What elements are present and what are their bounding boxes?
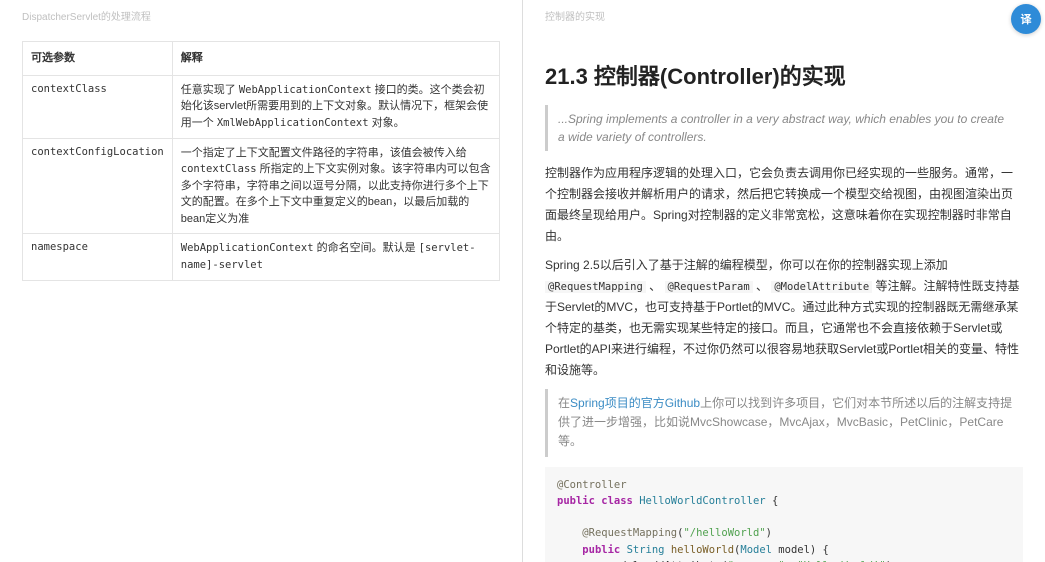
param-name-cell: contextClass <box>23 75 173 138</box>
translate-icon: 译 <box>1021 11 1032 27</box>
intro-quote: ...Spring implements a controller in a v… <box>545 105 1023 151</box>
table-row: contextClass 任意实现了 WebApplicationContext… <box>23 75 500 138</box>
right-header: 控制器的实现 <box>545 8 1023 23</box>
param-desc-cell: 任意实现了 WebApplicationContext 接口的类。这个类会初始化… <box>172 75 499 138</box>
param-name-cell: contextConfigLocation <box>23 138 173 234</box>
left-header: DispatcherServlet的处理流程 <box>22 8 500 23</box>
info-quote: 在Spring项目的官方Github上你可以找到许多项目，它们对本节所述以后的注… <box>545 389 1023 457</box>
col-param: 可选参数 <box>23 42 173 76</box>
table-row: contextConfigLocation 一个指定了上下文配置文件路径的字符串… <box>23 138 500 234</box>
section-title: 21.3 控制器(Controller)的实现 <box>545 59 1023 91</box>
param-desc-cell: WebApplicationContext 的命名空间。默认是 [servlet… <box>172 234 499 281</box>
table-header-row: 可选参数 解释 <box>23 42 500 76</box>
translate-button[interactable]: 译 <box>1011 4 1041 34</box>
params-table: 可选参数 解释 contextClass 任意实现了 WebApplicatio… <box>22 41 500 281</box>
paragraph-2: Spring 2.5以后引入了基于注解的编程模型，你可以在你的控制器实现上添加 … <box>545 255 1023 381</box>
right-pane: 译 控制器的实现 21.3 控制器(Controller)的实现 ...Spri… <box>523 0 1045 562</box>
param-desc-cell: 一个指定了上下文配置文件路径的字符串，该值会被传入给 contextClass … <box>172 138 499 234</box>
paragraph-1: 控制器作为应用程序逻辑的处理入口，它会负责去调用你已经实现的一些服务。通常，一个… <box>545 163 1023 247</box>
param-name-cell: namespace <box>23 234 173 281</box>
code-sample: @Controller public class HelloWorldContr… <box>545 467 1023 562</box>
left-pane: DispatcherServlet的处理流程 可选参数 解释 contextCl… <box>0 0 523 562</box>
table-row: namespace WebApplicationContext 的命名空间。默认… <box>23 234 500 281</box>
col-desc: 解释 <box>172 42 499 76</box>
